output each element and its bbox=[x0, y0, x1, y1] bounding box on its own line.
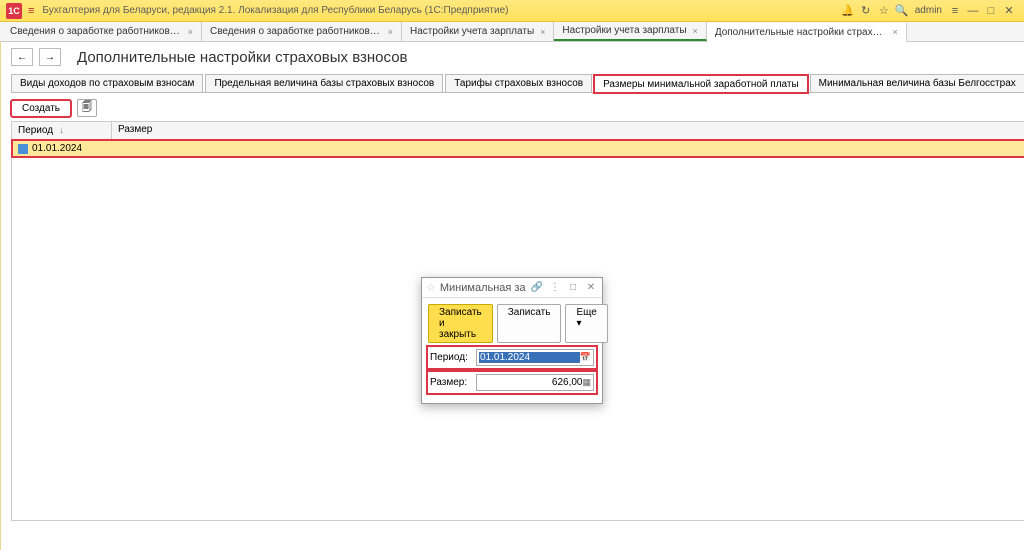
doc-tab[interactable]: Сведения о заработке работников (ПУ-3)× bbox=[2, 22, 202, 41]
dialog-max-icon[interactable]: □ bbox=[566, 282, 580, 293]
maximize-icon[interactable]: □ bbox=[982, 5, 1000, 17]
user-label[interactable]: admin bbox=[915, 5, 942, 16]
doc-tab[interactable]: Дополнительные настройки страховых взнос… bbox=[707, 23, 907, 42]
subtab[interactable]: Предельная величина базы страховых взнос… bbox=[205, 74, 443, 92]
search-icon[interactable]: 🔍 bbox=[893, 4, 911, 17]
subtab[interactable]: Минимальная величина базы Белгосстрах bbox=[810, 74, 1024, 92]
create-button[interactable]: Создать bbox=[11, 100, 71, 117]
save-close-button[interactable]: Записать и закрыть bbox=[428, 304, 493, 343]
subtab[interactable]: Тарифы страховых взносов bbox=[445, 74, 592, 92]
col-period[interactable]: Период↓ bbox=[12, 122, 112, 139]
forward-button[interactable]: → bbox=[39, 48, 61, 66]
period-input[interactable]: 01.01.2024 📅 bbox=[476, 349, 594, 366]
minimize-icon[interactable]: — bbox=[964, 5, 982, 17]
tab-close-icon[interactable]: × bbox=[693, 26, 698, 36]
table-row[interactable]: 01.01.2024 626,00 bbox=[12, 140, 1024, 157]
size-input[interactable]: 626,00 ▦ bbox=[476, 374, 594, 391]
size-label: Размер: bbox=[430, 377, 472, 388]
dialog-close-icon[interactable]: ✕ bbox=[584, 282, 598, 293]
calc-icon[interactable]: ▦ bbox=[582, 377, 591, 388]
col-size[interactable]: Размер bbox=[112, 122, 1024, 139]
period-label: Период: bbox=[430, 352, 472, 363]
page-title: Дополнительные настройки страховых взнос… bbox=[77, 49, 1024, 66]
main-menu-icon[interactable]: ≡ bbox=[28, 5, 34, 17]
calendar-icon[interactable]: 📅 bbox=[580, 352, 591, 363]
doc-tab[interactable]: Сведения о заработке работников (ПУ-3) 0… bbox=[202, 22, 402, 41]
tab-close-icon[interactable]: × bbox=[388, 27, 393, 37]
subtab[interactable]: Размеры минимальной заработной платы bbox=[594, 75, 808, 93]
dialog-more-icon[interactable]: ⋮ bbox=[548, 282, 562, 293]
settings-icon[interactable]: ≡ bbox=[946, 5, 964, 17]
dialog-min-wage: ☆ Минимальная за... 🔗 ⋮ □ ✕ Записать и з… bbox=[421, 277, 603, 404]
tab-close-icon[interactable]: × bbox=[893, 27, 898, 37]
save-button[interactable]: Записать bbox=[497, 304, 562, 343]
app-logo: 1C bbox=[6, 3, 22, 19]
tab-close-icon[interactable]: × bbox=[188, 27, 193, 37]
dialog-title: Минимальная за... bbox=[440, 282, 526, 294]
subtab[interactable]: Виды доходов по страховым взносам bbox=[11, 74, 203, 92]
row-icon bbox=[18, 144, 28, 154]
history-icon[interactable]: ↻ bbox=[857, 4, 875, 17]
close-icon[interactable]: ✕ bbox=[1000, 4, 1018, 17]
favorite-icon[interactable]: ☆ bbox=[426, 281, 436, 294]
back-button[interactable]: ← bbox=[11, 48, 33, 66]
link-icon[interactable]: 🔗 bbox=[530, 282, 544, 293]
copy-button[interactable]: 🗐 bbox=[77, 99, 97, 117]
app-title: Бухгалтерия для Беларуси, редакция 2.1. … bbox=[42, 5, 838, 16]
tab-close-icon[interactable]: × bbox=[540, 27, 545, 37]
star-icon[interactable]: ☆ bbox=[875, 4, 893, 17]
doc-tab[interactable]: Настройки учета зарплаты× bbox=[554, 22, 706, 41]
bell-icon[interactable]: 🔔 bbox=[839, 4, 857, 17]
doc-tab[interactable]: Настройки учета зарплаты× bbox=[402, 22, 554, 41]
dialog-more-button[interactable]: Еще ▾ bbox=[565, 304, 607, 343]
